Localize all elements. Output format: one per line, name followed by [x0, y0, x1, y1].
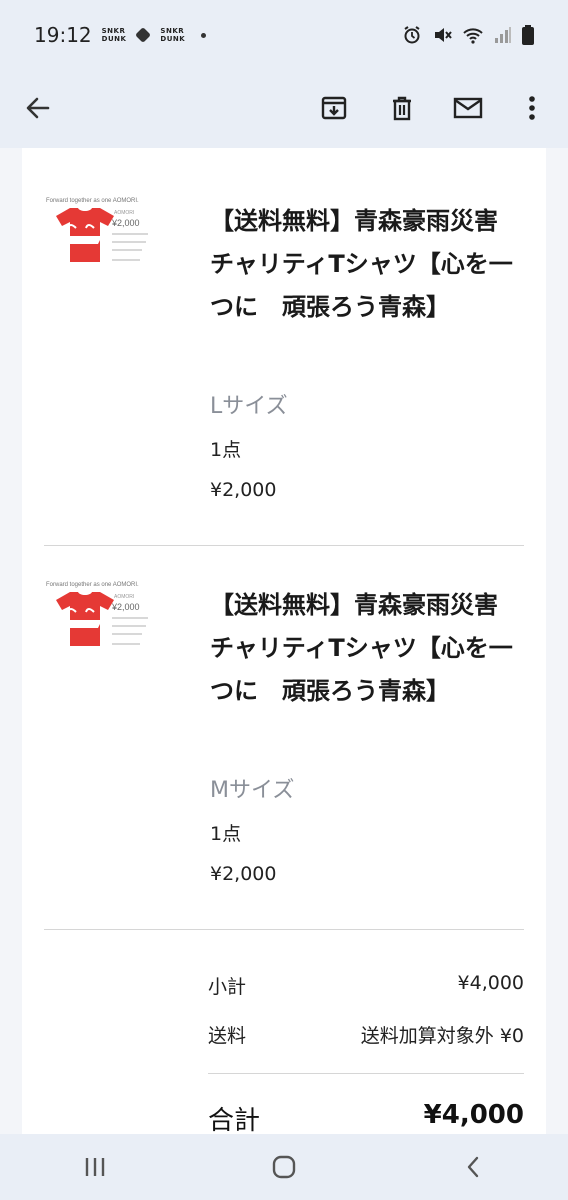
- svg-text:¥2,000: ¥2,000: [111, 218, 140, 228]
- system-back-button[interactable]: [433, 1142, 513, 1192]
- product-price: ¥2,000: [210, 479, 277, 501]
- subtotal-row: 小計 ¥4,000: [208, 972, 524, 999]
- status-bar: 19:12 SNKR DUNK SNKR DUNK: [0, 0, 568, 70]
- sheet-edge-right: [546, 148, 568, 1134]
- shipping-label: 送料: [208, 1025, 247, 1047]
- subtotal-label: 小計: [208, 976, 247, 998]
- product-size: Lサイズ: [210, 394, 288, 419]
- mail-icon: [453, 97, 483, 119]
- more-options-button[interactable]: [510, 86, 554, 130]
- nav-back-icon: [468, 1156, 479, 1178]
- signal-icon: [495, 27, 511, 43]
- summary-divider: [208, 1073, 524, 1074]
- svg-text:Forward together as one AOMORI: Forward together as one AOMORI.: [46, 582, 139, 588]
- cube-notification-icon: [135, 27, 152, 43]
- alarm-icon: [404, 26, 420, 44]
- item-divider: [44, 929, 524, 930]
- system-navigation-bar: [0, 1134, 568, 1200]
- order-item-2: Forward together as one AOMORI. AOMORI ¥…: [44, 574, 524, 914]
- archive-icon: [321, 96, 347, 120]
- home-button[interactable]: [244, 1142, 324, 1192]
- item-divider: [44, 545, 524, 546]
- mark-unread-button[interactable]: [446, 86, 490, 130]
- status-time: 19:12: [34, 23, 92, 47]
- svg-text:Forward together as one AOMORI: Forward together as one AOMORI.: [46, 198, 139, 204]
- product-size: Mサイズ: [210, 778, 295, 803]
- email-toolbar: [0, 70, 568, 148]
- svg-text:AOMORI: AOMORI: [114, 594, 134, 600]
- svg-text:AOMORI: AOMORI: [114, 210, 134, 216]
- svg-text:¥2,000: ¥2,000: [111, 602, 140, 612]
- order-item-1: Forward together as one AOMORI. AOMORI ¥…: [44, 190, 524, 530]
- subtotal-value: ¥4,000: [457, 972, 524, 994]
- shipping-value: 送料加算対象外 ¥0: [360, 1025, 524, 1047]
- wifi-icon: [463, 28, 483, 44]
- snkrdunk-notification-icon-2: SNKR DUNK: [160, 27, 186, 43]
- product-title[interactable]: 【送料無料】青森豪雨災害チャリティTシャツ【心を一つに 頑張ろう青森】: [210, 200, 520, 329]
- battery-icon: [522, 25, 534, 45]
- arrow-left-icon: [26, 97, 50, 119]
- sheet-edge-left: [0, 148, 22, 1134]
- back-button[interactable]: [16, 86, 60, 130]
- recent-apps-icon: [85, 1158, 104, 1176]
- delete-button[interactable]: [380, 86, 424, 130]
- product-image[interactable]: Forward together as one AOMORI. AOMORI ¥…: [44, 192, 154, 274]
- total-label: 合計: [208, 1106, 261, 1136]
- recent-apps-button[interactable]: [55, 1142, 135, 1192]
- snkrdunk-notification-icon: SNKR DUNK: [101, 27, 127, 43]
- archive-button[interactable]: [312, 86, 356, 130]
- product-image[interactable]: Forward together as one AOMORI. AOMORI ¥…: [44, 576, 154, 658]
- home-icon: [272, 1155, 296, 1179]
- product-quantity: 1点: [210, 823, 242, 845]
- product-price: ¥2,000: [210, 863, 277, 885]
- trash-icon: [393, 96, 411, 121]
- product-quantity: 1点: [210, 439, 242, 461]
- total-value: ¥4,000: [423, 1100, 524, 1130]
- total-row: 合計 ¥4,000: [208, 1100, 524, 1137]
- more-notifications-dot-icon: [201, 32, 207, 38]
- product-title[interactable]: 【送料無料】青森豪雨災害チャリティTシャツ【心を一つに 頑張ろう青森】: [210, 584, 520, 713]
- shipping-row: 送料 送料加算対象外 ¥0: [208, 1021, 524, 1048]
- mute-icon: [435, 28, 452, 42]
- more-vert-icon: [529, 96, 535, 120]
